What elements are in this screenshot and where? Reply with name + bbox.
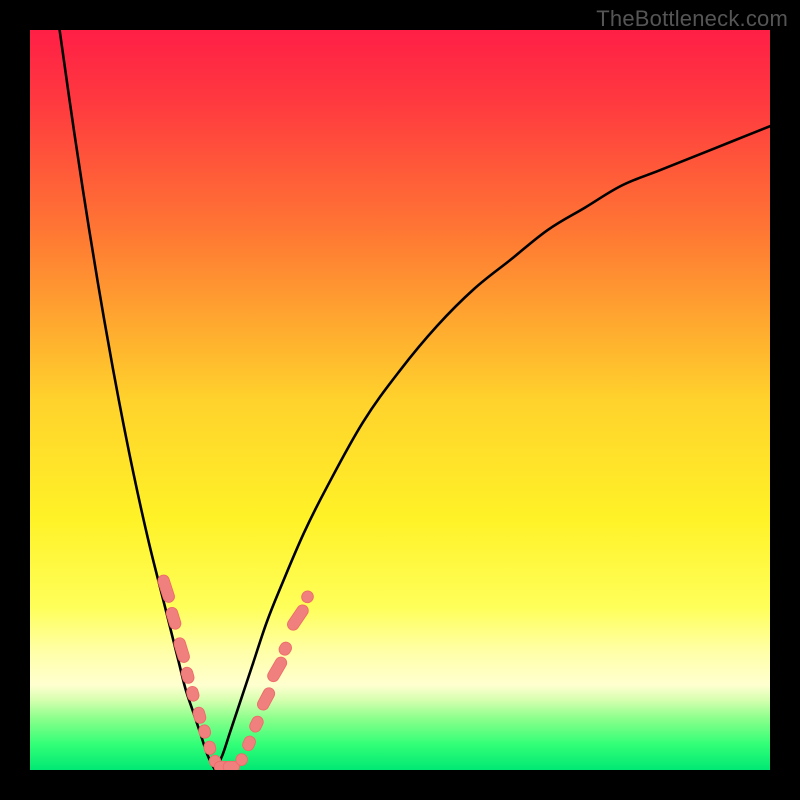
data-marker — [266, 655, 289, 684]
data-marker — [255, 686, 276, 712]
data-marker — [180, 666, 196, 685]
data-marker — [173, 636, 191, 663]
chart-frame: TheBottleneck.com — [0, 0, 800, 800]
data-marker — [197, 724, 211, 740]
plot-area — [30, 30, 770, 770]
right-branch-line — [215, 126, 770, 770]
left-branch-line — [60, 30, 215, 770]
curves-layer — [30, 30, 770, 770]
data-marker — [192, 706, 207, 725]
data-marker — [165, 606, 182, 631]
data-marker — [241, 734, 257, 752]
data-marker — [203, 740, 217, 756]
data-marker — [277, 640, 294, 657]
watermark-text: TheBottleneck.com — [596, 6, 788, 32]
data-marker — [185, 685, 200, 702]
data-marker — [285, 603, 310, 633]
data-marker — [248, 714, 265, 734]
data-marker — [299, 589, 315, 605]
